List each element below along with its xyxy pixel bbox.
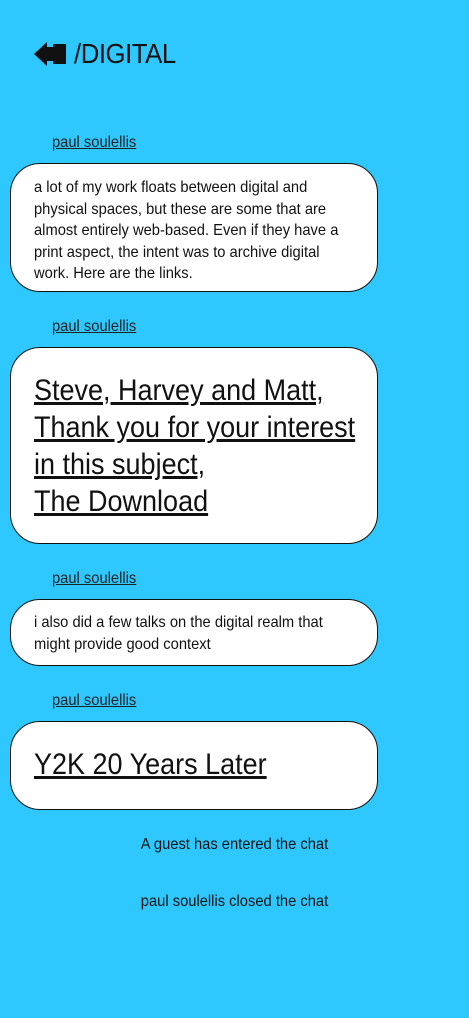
system-message-chat-closed: paul soulellis closed the chat <box>140 893 329 910</box>
link-the-download[interactable]: The Download <box>34 483 343 520</box>
back-button[interactable] <box>31 36 69 72</box>
message-text: a lot of my work floats between digital … <box>34 179 339 282</box>
message-author[interactable]: paul soulellis <box>52 318 136 336</box>
message-author[interactable]: paul soulellis <box>52 134 136 152</box>
link-y2k-20-years-later[interactable]: Y2K 20 Years Later <box>34 746 343 783</box>
link-steve-harvey-matt[interactable]: Steve, Harvey and Matt, <box>34 372 343 409</box>
link-list: Steve, Harvey and Matt, Thank you for yo… <box>34 372 377 520</box>
system-message-guest-entered: A guest has entered the chat <box>140 836 329 853</box>
message-text: i also did a few talks on the digital re… <box>34 614 323 653</box>
message-author[interactable]: paul soulellis <box>52 570 136 588</box>
message-bubble: a lot of my work floats between digital … <box>10 163 378 292</box>
message-bubble: Steve, Harvey and Matt, Thank you for yo… <box>10 347 378 544</box>
message-bubble: i also did a few talks on the digital re… <box>10 599 378 666</box>
page-title: /DIGITAL <box>74 38 176 69</box>
header: /DIGITAL <box>31 36 185 72</box>
link-in-this-subject[interactable]: in this subject, <box>34 446 343 483</box>
message-bubble: Y2K 20 Years Later <box>10 721 378 810</box>
link-thank-you[interactable]: Thank you for your interest <box>34 409 355 446</box>
link-list: Y2K 20 Years Later <box>34 746 377 783</box>
message-author[interactable]: paul soulellis <box>52 692 136 710</box>
back-arrow-icon <box>34 42 66 66</box>
